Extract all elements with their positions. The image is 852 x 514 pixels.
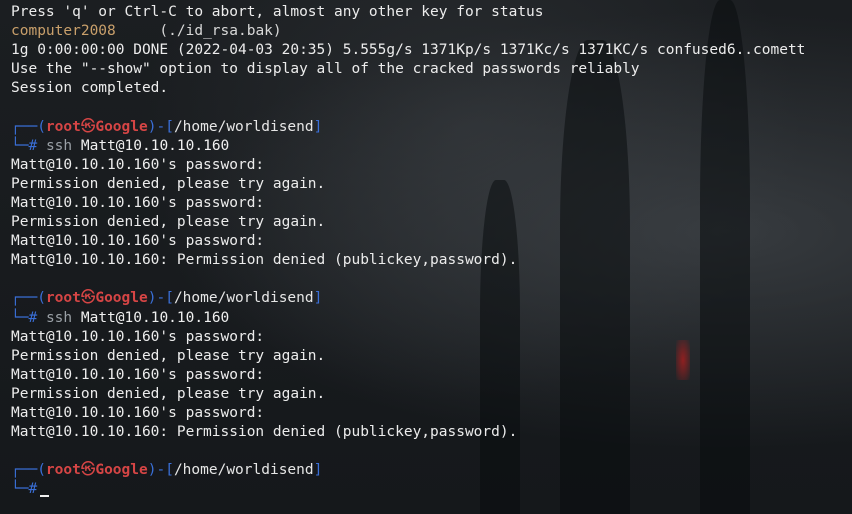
prompt-host: Google — [95, 118, 148, 135]
prompt-frame-open: ┌──( — [11, 462, 46, 479]
terminal-output[interactable]: Press 'q' or Ctrl-C to abort, almost any… — [11, 3, 805, 499]
prompt-user: root — [45, 290, 81, 307]
prompt-path: /home/worldisend — [173, 462, 314, 479]
output-line: Permission denied, please try again. — [11, 175, 326, 192]
output-line: Use the "--show" option to display all o… — [11, 61, 640, 78]
command-argument: Matt@10.10.10.160 — [80, 309, 230, 326]
prompt-header: ┌──(root㉿Google)-[/home/worldisend] — [11, 289, 805, 308]
prompt-frame-close: ] — [313, 290, 323, 307]
output-line: Matt@10.10.10.160: Permission denied (pu… — [11, 252, 518, 269]
prompt-frame-close: ] — [313, 462, 323, 479]
terminal-window[interactable]: Press 'q' or Ctrl-C to abort, almost any… — [0, 0, 852, 514]
output-line: Matt@10.10.10.160's password: — [11, 233, 265, 250]
output-line: Matt@10.10.10.160's password: — [11, 156, 265, 173]
prompt-frame-open: ┌──( — [11, 290, 46, 307]
prompt-skull-icon: ㉿ — [80, 118, 96, 135]
prompt-host: Google — [95, 462, 148, 479]
prompt-hash: └─# — [11, 309, 38, 326]
command-argument: Matt@10.10.10.160 — [80, 137, 230, 154]
output-line: Session completed. — [11, 80, 169, 97]
prompt-path: /home/worldisend — [173, 118, 314, 135]
prompt-hash: └─# — [11, 137, 38, 154]
prompt-frame-close: ] — [313, 118, 323, 135]
prompt-hash: └─# — [11, 481, 38, 498]
prompt-skull-icon: ㉿ — [80, 290, 96, 307]
output-line: Press 'q' or Ctrl-C to abort, almost any… — [11, 4, 544, 20]
output-line: Permission denied, please try again. — [11, 385, 326, 402]
command-name: ssh — [45, 309, 73, 326]
prompt-frame-mid: )-[ — [147, 462, 174, 479]
command-name: ssh — [45, 137, 73, 154]
cracked-password: computer2008 — [11, 23, 116, 40]
output-line: Matt@10.10.10.160's password: — [11, 194, 265, 211]
prompt-skull-icon: ㉿ — [80, 462, 96, 479]
output-line: Matt@10.10.10.160's password: — [11, 328, 265, 345]
prompt-frame-mid: )-[ — [147, 118, 174, 135]
output-line: 1g 0:00:00:00 DONE (2022-04-03 20:35) 5.… — [11, 42, 806, 59]
prompt-command-line: └─# — [11, 480, 805, 499]
prompt-user: root — [45, 462, 81, 479]
prompt-user: root — [45, 118, 81, 135]
text-cursor[interactable] — [40, 495, 50, 498]
prompt-header: ┌──(root㉿Google)-[/home/worldisend] — [11, 461, 805, 480]
prompt-command-line: └─# ssh Matt@10.10.10.160 — [11, 309, 805, 328]
output-line: Matt@10.10.10.160's password: — [11, 366, 265, 383]
cracked-file: (./id_rsa.bak) — [159, 23, 282, 40]
cracked-password-line: computer2008 (./id_rsa.bak) — [11, 22, 805, 41]
prompt-path: /home/worldisend — [173, 290, 314, 307]
prompt-host: Google — [95, 290, 148, 307]
prompt-command-line: └─# ssh Matt@10.10.10.160 — [11, 137, 805, 156]
output-line: Matt@10.10.10.160's password: — [11, 404, 265, 421]
output-line: Permission denied, please try again. — [11, 214, 326, 231]
prompt-header: ┌──(root㉿Google)-[/home/worldisend] — [11, 118, 805, 137]
prompt-frame-mid: )-[ — [147, 290, 174, 307]
output-line: Matt@10.10.10.160: Permission denied (pu… — [11, 424, 518, 441]
output-line: Permission denied, please try again. — [11, 347, 326, 364]
prompt-frame-open: ┌──( — [11, 118, 46, 135]
